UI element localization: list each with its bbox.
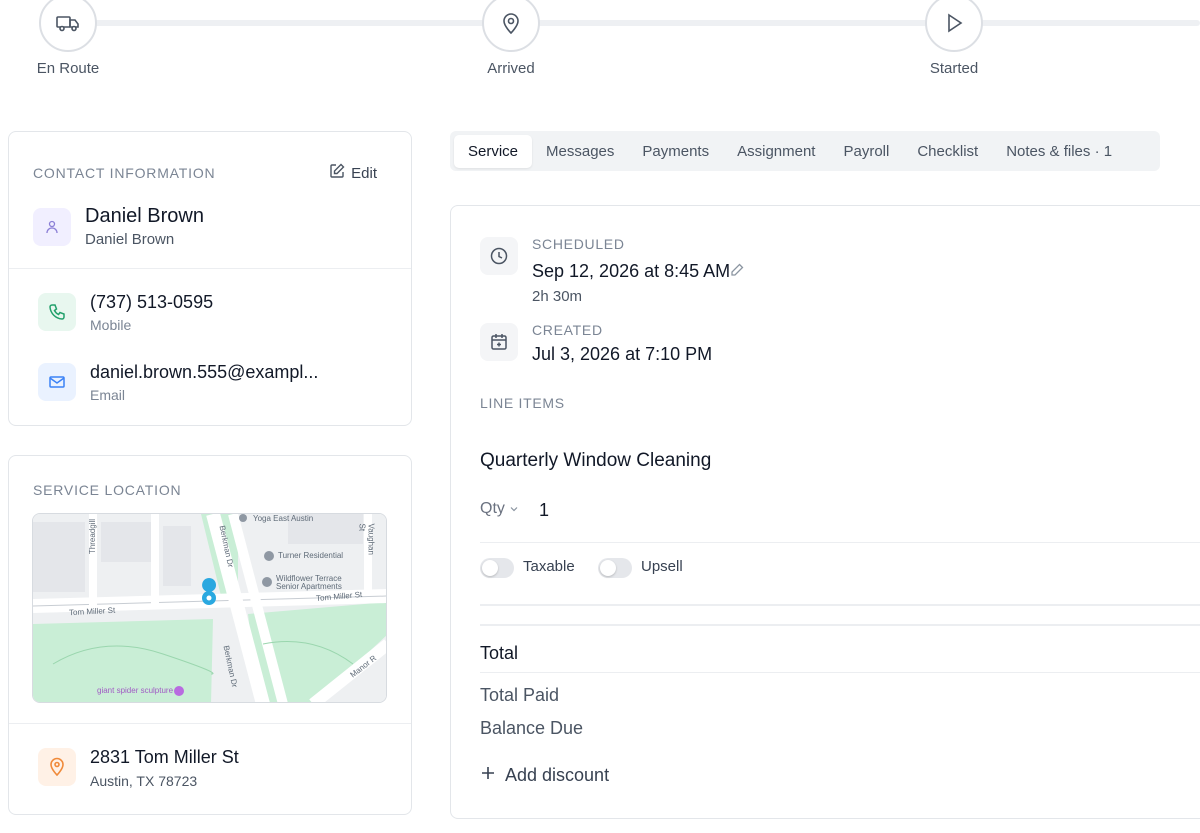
- edit-label: Edit: [351, 164, 377, 182]
- person-icon: [33, 208, 71, 246]
- chevron-down-icon: [509, 500, 519, 518]
- upsell-toggle[interactable]: [598, 558, 632, 578]
- total-label: Total: [480, 643, 519, 663]
- taxable-label: Taxable: [523, 558, 575, 575]
- location-city: Austin, TX 78723: [90, 773, 198, 789]
- status-progress: En Route Arrived Started: [0, 0, 1200, 90]
- service-location-map[interactable]: Yoga East Austin Turner Residential Wild…: [32, 513, 387, 703]
- taxable-toggle[interactable]: [480, 558, 514, 578]
- location-pin-icon: [38, 748, 76, 786]
- qty-selector[interactable]: Qty: [480, 500, 519, 518]
- edit-icon: [329, 163, 345, 183]
- qty-value[interactable]: 1: [539, 500, 549, 521]
- scheduled-label: SCHEDULED: [532, 236, 625, 252]
- map-label: Vaughan St: [357, 523, 376, 555]
- divider: [9, 723, 411, 724]
- job-tabs: Service Messages Payments Assignment Pay…: [450, 131, 1160, 171]
- edit-contact-button[interactable]: Edit: [329, 163, 377, 183]
- scheduled-value: Sep 12, 2026 at 8:45 AM: [532, 261, 731, 281]
- duration: 2h 30m: [532, 288, 583, 305]
- truck-icon: [39, 0, 97, 52]
- balance-due-label: Balance Due: [480, 718, 584, 738]
- map-label: Senior Apartments: [276, 582, 342, 591]
- contact-email[interactable]: daniel.brown.555@exampl...: [90, 362, 318, 383]
- divider: [480, 604, 1200, 606]
- qty-label: Qty: [480, 500, 505, 517]
- phone-type: Mobile: [90, 317, 132, 333]
- play-icon: [925, 0, 983, 52]
- map-label: Threadgill: [88, 518, 98, 555]
- clock-icon: [480, 237, 518, 275]
- mail-icon: [38, 363, 76, 401]
- location-section-title: SERVICE LOCATION: [33, 482, 182, 498]
- step-label: Started: [929, 60, 979, 77]
- tab-payments[interactable]: Payments: [628, 135, 723, 168]
- divider: [480, 672, 1200, 673]
- contact-section-title: CONTACT INFORMATION: [33, 165, 216, 181]
- map-pin-icon: [482, 0, 540, 52]
- step-label: Arrived: [487, 60, 535, 77]
- step-en-route[interactable]: En Route: [8, 0, 128, 77]
- line-items-label: LINE ITEMS: [480, 395, 565, 411]
- divider: [480, 542, 1200, 543]
- line-item-name[interactable]: Quarterly Window Cleaning: [480, 450, 711, 472]
- tab-messages[interactable]: Messages: [532, 135, 628, 168]
- divider: [480, 624, 1200, 626]
- plus-icon: [480, 765, 496, 786]
- add-discount-button[interactable]: Add discount: [480, 765, 609, 786]
- contact-subname: Daniel Brown: [85, 231, 175, 248]
- contact-card: CONTACT INFORMATION Edit Daniel Brown Da…: [8, 131, 412, 426]
- calendar-plus-icon: [480, 323, 518, 361]
- step-arrived[interactable]: Arrived: [451, 0, 571, 77]
- location-street: 2831 Tom Miller St: [90, 747, 239, 767]
- map-label: giant spider sculpture: [97, 686, 174, 695]
- contact-name: Daniel Brown: [85, 205, 204, 227]
- tab-payroll[interactable]: Payroll: [829, 135, 903, 168]
- upsell-label: Upsell: [641, 558, 683, 575]
- tab-notes-files[interactable]: Notes & files · 1: [992, 135, 1126, 168]
- created-label: CREATED: [532, 322, 603, 338]
- divider: [9, 268, 411, 269]
- tab-assignment[interactable]: Assignment: [723, 135, 829, 168]
- tab-checklist[interactable]: Checklist: [903, 135, 992, 168]
- created-value: Jul 3, 2026 at 7:10 PM: [532, 344, 713, 364]
- phone-icon: [38, 293, 76, 331]
- contact-phone[interactable]: (737) 513-0595: [90, 292, 213, 313]
- service-panel: SCHEDULED Sep 12, 2026 at 8:45 AM 2h 30m…: [450, 205, 1200, 819]
- map-label: Yoga East Austin: [253, 514, 314, 523]
- add-discount-label: Add discount: [505, 765, 610, 785]
- step-started[interactable]: Started: [894, 0, 1014, 77]
- total-paid-label: Total Paid: [480, 685, 560, 705]
- tab-service[interactable]: Service: [454, 134, 533, 168]
- email-type: Email: [90, 387, 126, 403]
- progress-track: [68, 20, 1200, 26]
- step-label: En Route: [36, 60, 100, 77]
- pencil-icon[interactable]: [730, 263, 744, 282]
- map-label: Turner Residential: [278, 551, 344, 560]
